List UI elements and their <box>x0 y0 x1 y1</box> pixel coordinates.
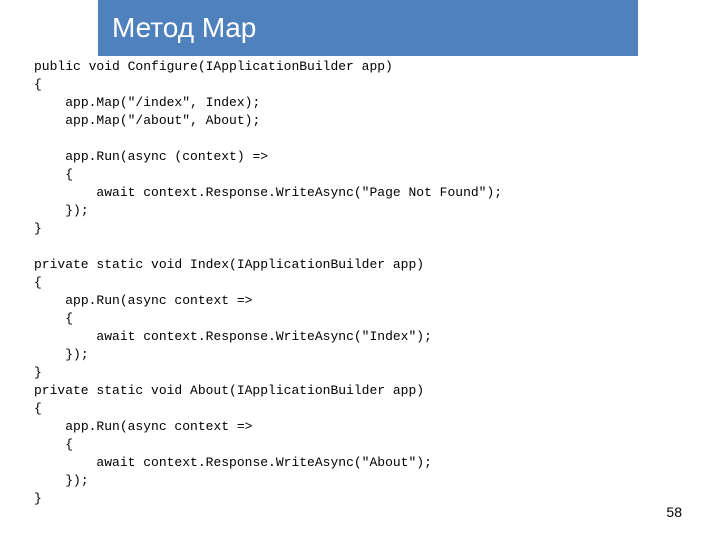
title-bar: Метод Map <box>98 0 638 56</box>
slide-title: Метод Map <box>112 12 256 44</box>
page-number: 58 <box>666 504 682 520</box>
code-block: public void Configure(IApplicationBuilde… <box>34 58 594 508</box>
